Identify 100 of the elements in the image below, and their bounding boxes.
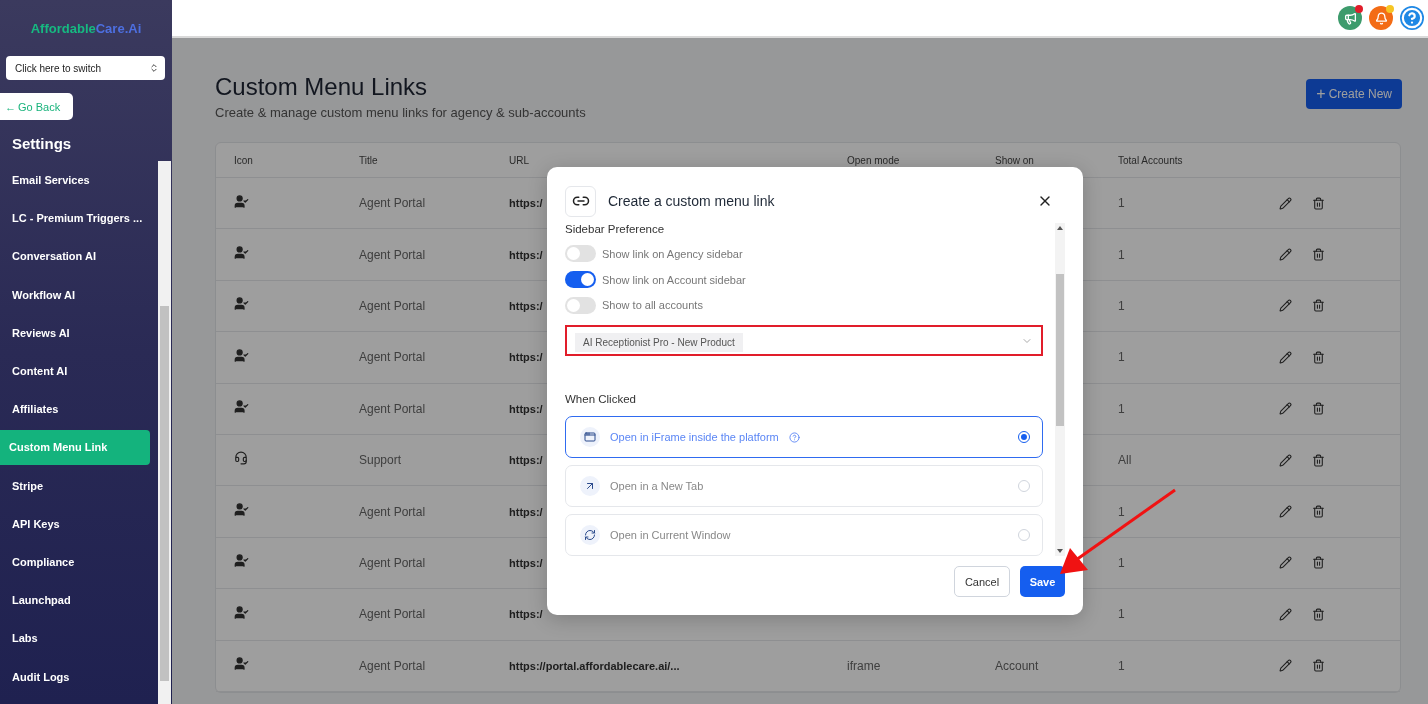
column-header: Show on bbox=[995, 154, 1035, 166]
scrollbar[interactable] bbox=[158, 161, 171, 704]
refresh-icon bbox=[580, 525, 600, 545]
toggle-label: Show link on Account sidebar bbox=[602, 273, 746, 286]
table-cell: https:/ bbox=[509, 402, 543, 415]
scrollbar[interactable] bbox=[1055, 223, 1065, 556]
toggle-label: Show to all accounts bbox=[602, 299, 703, 312]
window-code-icon bbox=[580, 427, 600, 447]
edit-icon[interactable] bbox=[1279, 248, 1292, 262]
user-badge-icon bbox=[234, 399, 249, 415]
scroll-down-icon[interactable] bbox=[1057, 549, 1063, 553]
accounts-select-field[interactable]: AI Receptionist Pro - New Product bbox=[565, 325, 1043, 356]
sidebar-item[interactable]: Conversation AI bbox=[0, 237, 150, 276]
user-badge-icon bbox=[234, 245, 249, 261]
trash-icon[interactable] bbox=[1312, 299, 1325, 313]
column-header: Total Accounts bbox=[1118, 154, 1184, 166]
table-cell: https:/ bbox=[509, 454, 543, 467]
user-badge-icon bbox=[234, 347, 249, 363]
edit-icon[interactable] bbox=[1279, 402, 1292, 416]
megaphone-icon bbox=[1343, 11, 1357, 25]
announcements-button[interactable] bbox=[1338, 6, 1362, 30]
column-header: Title bbox=[359, 154, 379, 166]
table-cell: https://portal.affordablecare.ai/... bbox=[509, 659, 680, 672]
sidebar-item[interactable]: Stripe bbox=[0, 466, 150, 505]
page-title: Custom Menu Links bbox=[215, 73, 429, 101]
edit-icon[interactable] bbox=[1279, 299, 1292, 313]
logo-text: Affordable bbox=[30, 21, 96, 38]
edit-icon[interactable] bbox=[1279, 556, 1292, 570]
sidebar-item[interactable]: Launchpad bbox=[0, 581, 150, 620]
user-badge-icon bbox=[234, 193, 249, 209]
table-cell: Agent Portal bbox=[359, 350, 426, 365]
table-cell: https:/ bbox=[509, 608, 543, 621]
help-button[interactable] bbox=[1400, 6, 1424, 30]
table-cell: 1 bbox=[1118, 607, 1125, 622]
user-badge-icon bbox=[234, 296, 249, 312]
table-cell: 1 bbox=[1118, 350, 1125, 365]
sidebar-item[interactable]: API Keys bbox=[0, 504, 150, 543]
edit-icon[interactable] bbox=[1279, 505, 1292, 519]
table-cell: https:/ bbox=[509, 505, 543, 518]
edit-icon[interactable] bbox=[1279, 453, 1292, 467]
sidebar-item[interactable]: Compliance bbox=[0, 542, 150, 582]
radio-option[interactable]: Open in iFrame inside the platform bbox=[565, 416, 1043, 458]
edit-icon[interactable] bbox=[1279, 350, 1292, 364]
cancel-button[interactable]: Cancel bbox=[954, 566, 1010, 597]
edit-icon[interactable] bbox=[1279, 659, 1292, 673]
column-header: Icon bbox=[234, 154, 254, 166]
sidebar-item[interactable]: Email Services bbox=[0, 161, 150, 200]
trash-icon[interactable] bbox=[1312, 402, 1325, 416]
trash-icon[interactable] bbox=[1312, 248, 1325, 262]
table-cell: 1 bbox=[1118, 504, 1125, 519]
sidebar-item[interactable]: Labs bbox=[0, 619, 150, 658]
column-header: URL bbox=[509, 154, 530, 166]
toggle-switch[interactable] bbox=[565, 296, 596, 314]
trash-icon[interactable] bbox=[1312, 659, 1325, 673]
trash-icon[interactable] bbox=[1312, 196, 1325, 210]
sidebar-heading: Settings bbox=[11, 134, 73, 154]
user-badge-icon bbox=[234, 502, 249, 518]
sidebar-item[interactable]: Affiliates bbox=[0, 390, 150, 429]
trash-icon[interactable] bbox=[1312, 505, 1325, 519]
save-button[interactable]: Save bbox=[1020, 566, 1065, 597]
trash-icon[interactable] bbox=[1312, 453, 1325, 467]
radio-option[interactable]: Open in a New Tab bbox=[565, 465, 1043, 507]
link-icon bbox=[565, 185, 596, 217]
table-cell: Support bbox=[359, 453, 402, 468]
arrow-up-right-icon bbox=[580, 476, 600, 496]
toggle-switch[interactable] bbox=[565, 245, 596, 263]
table-cell: 1 bbox=[1118, 298, 1125, 313]
sidebar-item[interactable]: Content AI bbox=[0, 351, 150, 391]
table-cell: Account bbox=[995, 658, 1039, 673]
scroll-up-icon[interactable] bbox=[1057, 226, 1063, 230]
headset-icon bbox=[234, 451, 248, 466]
create-new-button[interactable]: + Create New bbox=[1306, 79, 1402, 109]
notifications-button[interactable] bbox=[1369, 6, 1393, 30]
table-cell: Agent Portal bbox=[359, 298, 426, 313]
trash-icon[interactable] bbox=[1312, 556, 1325, 570]
account-switcher[interactable]: Click here to switch bbox=[6, 56, 165, 80]
option-label: Open in a New Tab bbox=[610, 480, 704, 492]
sidebar-item[interactable]: Workflow AI bbox=[0, 275, 150, 314]
edit-icon[interactable] bbox=[1279, 196, 1292, 210]
table-cell: 1 bbox=[1118, 247, 1125, 262]
user-badge-icon bbox=[234, 604, 249, 620]
toggle-switch[interactable] bbox=[565, 271, 596, 289]
logo-text: Care.Ai bbox=[95, 21, 142, 38]
table-cell: Agent Portal bbox=[359, 196, 426, 211]
table-cell: Agent Portal bbox=[359, 607, 426, 622]
sidebar-item[interactable]: Reviews AI bbox=[0, 313, 150, 352]
sidebar-item[interactable]: LC - Premium Triggers ... bbox=[0, 199, 150, 238]
table-cell: https:/ bbox=[509, 299, 543, 312]
page-subtitle: Create & manage custom menu links for agency & sub-accounts bbox=[215, 105, 586, 120]
table-cell: Agent Portal bbox=[359, 555, 426, 570]
table-cell: Agent Portal bbox=[359, 504, 426, 519]
user-badge-icon bbox=[234, 553, 249, 569]
sidebar-item[interactable]: Audit Logs bbox=[0, 657, 150, 696]
table-cell: 1 bbox=[1118, 401, 1125, 416]
option-label: Open in iFrame inside the platform bbox=[610, 431, 779, 443]
radio-option[interactable]: Open in Current Window bbox=[565, 514, 1043, 556]
edit-icon[interactable] bbox=[1279, 607, 1292, 621]
table-cell: All bbox=[1118, 453, 1132, 468]
trash-icon[interactable] bbox=[1312, 607, 1325, 621]
trash-icon[interactable] bbox=[1312, 350, 1325, 364]
